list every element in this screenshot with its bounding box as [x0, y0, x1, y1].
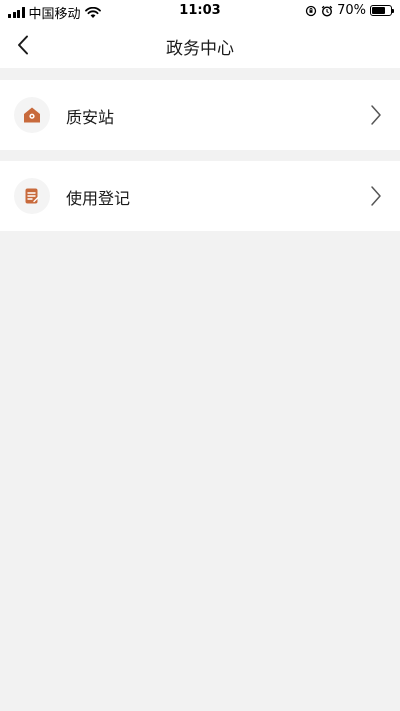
chevron-right-icon	[371, 105, 381, 125]
list-item-label: 使用登记	[66, 189, 131, 208]
screen: 中国移动 11:03 70% 政务中心 质安站 使用登记	[0, 0, 400, 711]
list-item-quality-safety-station[interactable]: 质安站	[0, 80, 400, 150]
status-bar: 中国移动 11:03 70%	[0, 0, 400, 22]
list-item-label: 质安站	[66, 108, 115, 127]
document-icon	[25, 188, 40, 204]
page-title: 政务中心	[166, 39, 234, 59]
icon-container	[14, 178, 50, 214]
chevron-right-icon	[371, 186, 381, 206]
house-icon	[24, 107, 40, 123]
orientation-lock-icon	[305, 5, 317, 16]
icon-container	[14, 97, 50, 133]
battery-fill	[372, 7, 385, 14]
list-item-usage-registration[interactable]: 使用登记	[0, 161, 400, 231]
status-right: 70%	[305, 3, 394, 18]
alarm-icon	[321, 5, 333, 17]
battery-percent: 70%	[337, 3, 366, 18]
battery-icon	[370, 5, 394, 16]
nav-bar: 政务中心	[0, 22, 400, 68]
